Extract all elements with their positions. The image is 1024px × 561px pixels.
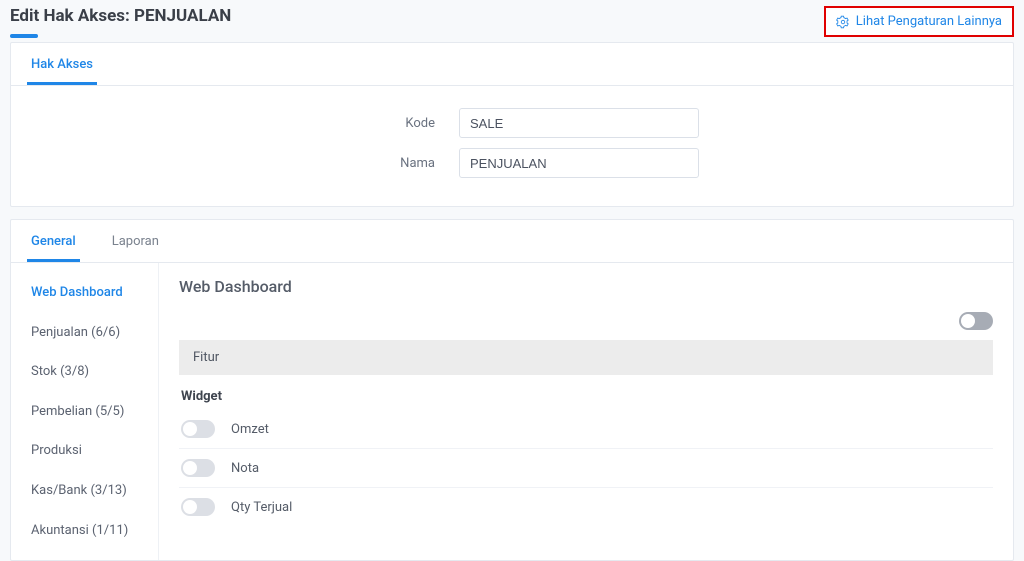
label-nama: Nama xyxy=(325,156,435,171)
tab-general[interactable]: General xyxy=(27,220,80,262)
label-kode: Kode xyxy=(325,116,435,131)
feature-label: Qty Terjual xyxy=(231,500,292,515)
feature-label: Nota xyxy=(231,461,259,476)
category-sidebar: Web Dashboard Penjualan (6/6) Stok (3/8)… xyxy=(11,263,159,560)
kode-field[interactable] xyxy=(459,108,699,138)
sidebar-item-web-dashboard[interactable]: Web Dashboard xyxy=(11,277,158,309)
sidebar-item-kas-bank[interactable]: Kas/Bank (3/13) xyxy=(11,475,158,507)
sidebar-item-penjualan[interactable]: Penjualan (6/6) xyxy=(11,317,158,349)
feature-row: Nota xyxy=(179,448,993,483)
section-title: Web Dashboard xyxy=(179,277,993,296)
toggle-omzet[interactable] xyxy=(181,420,215,438)
nama-field[interactable] xyxy=(459,148,699,178)
sidebar-item-pembelian[interactable]: Pembelian (5/5) xyxy=(11,396,158,428)
detail-card: General Laporan Web Dashboard Penjualan … xyxy=(10,219,1014,561)
toggle-qty-terjual[interactable] xyxy=(181,498,215,516)
master-toggle[interactable] xyxy=(959,312,993,330)
view-other-settings-label: Lihat Pengaturan Lainnya xyxy=(856,14,1002,29)
access-form-card: Hak Akses Kode Nama xyxy=(10,42,1014,207)
feature-row: Omzet xyxy=(179,414,993,444)
sidebar-item-stok[interactable]: Stok (3/8) xyxy=(11,356,158,388)
sidebar-item-akuntansi[interactable]: Akuntansi (1/11) xyxy=(11,515,158,547)
feature-label: Omzet xyxy=(231,422,269,437)
page-title: Edit Hak Akses: PENJUALAN xyxy=(10,6,231,26)
feature-row: Qty Terjual xyxy=(179,487,993,522)
view-other-settings-link[interactable]: Lihat Pengaturan Lainnya xyxy=(824,6,1014,37)
toggle-nota[interactable] xyxy=(181,459,215,477)
widget-subhead: Widget xyxy=(179,385,993,414)
tab-laporan[interactable]: Laporan xyxy=(108,220,163,262)
main-panel: Web Dashboard Fitur Widget Omzet Nota Qt… xyxy=(159,263,1013,560)
feature-band: Fitur xyxy=(179,340,993,375)
sidebar-item-produksi[interactable]: Produksi xyxy=(11,435,158,467)
progress-indicator xyxy=(10,34,38,38)
tab-hak-akses[interactable]: Hak Akses xyxy=(27,43,97,85)
gear-icon xyxy=(836,15,850,29)
